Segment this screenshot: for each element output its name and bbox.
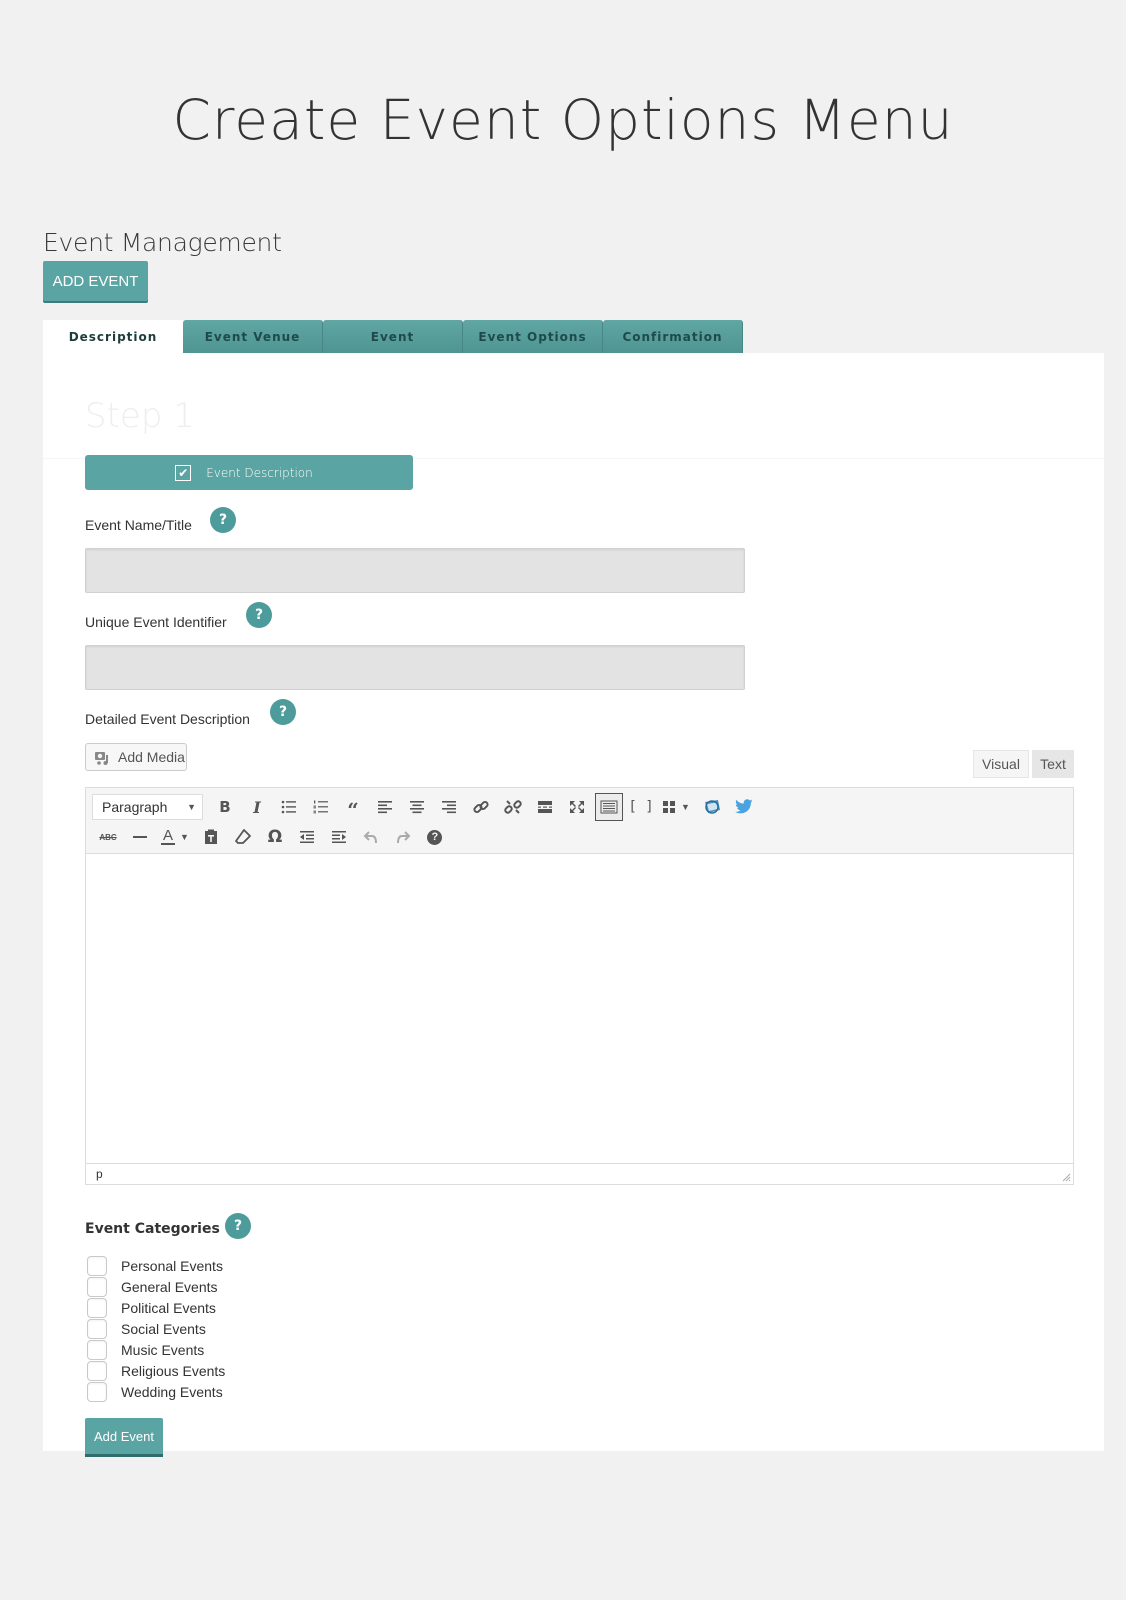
horizontal-line-icon[interactable]: [124, 823, 156, 851]
help-icon[interactable]: ?: [246, 602, 272, 628]
step-bar[interactable]: ✔ Event Description: [85, 455, 413, 490]
category-label: Political Events: [121, 1299, 216, 1316]
category-label: Personal Events: [121, 1257, 223, 1274]
category-label: General Events: [121, 1278, 218, 1295]
tab-event[interactable]: Event: [323, 320, 463, 354]
align-right-icon[interactable]: [433, 793, 465, 821]
special-character-icon[interactable]: Ω: [259, 823, 291, 851]
event-name-input[interactable]: [85, 548, 745, 593]
tab-event-venue[interactable]: Event Venue: [183, 320, 323, 354]
section-title: Event Management: [43, 228, 282, 257]
add-event-submit-button[interactable]: Add Event: [85, 1418, 163, 1454]
format-select-value: Paragraph: [102, 799, 168, 815]
plugin-icon[interactable]: [696, 793, 728, 821]
read-more-icon[interactable]: [529, 793, 561, 821]
category-checkbox[interactable]: [87, 1339, 107, 1360]
step-title: Step 1: [85, 396, 195, 436]
category-label: Religious Events: [121, 1362, 226, 1379]
bullet-list-icon[interactable]: [273, 793, 305, 821]
step-bar-label: Event Description: [206, 465, 313, 480]
category-checkbox[interactable]: [87, 1255, 107, 1276]
editor-statusbar: p: [86, 1163, 1073, 1184]
indent-icon[interactable]: [323, 823, 355, 851]
toolbar-toggle-icon[interactable]: [595, 793, 623, 821]
category-checkbox[interactable]: [87, 1360, 107, 1381]
category-item[interactable]: Music Events: [87, 1339, 225, 1360]
grid-icon[interactable]: [657, 793, 681, 821]
categories-list: Personal Events General Events Political…: [87, 1255, 225, 1402]
editor-toolbar: Paragraph ▼ B I “ [] ▼ ABC A ▼ Ω ?: [86, 788, 1073, 854]
blockquote-icon[interactable]: “: [337, 793, 369, 821]
twitter-icon[interactable]: [728, 793, 760, 821]
element-path[interactable]: p: [96, 1167, 103, 1181]
help-icon[interactable]: ?: [270, 699, 296, 725]
category-checkbox[interactable]: [87, 1318, 107, 1339]
description-label: Detailed Event Description: [85, 711, 250, 727]
editor-content[interactable]: [86, 854, 1073, 1164]
category-item[interactable]: Religious Events: [87, 1360, 225, 1381]
chevron-down-icon[interactable]: ▼: [180, 832, 189, 842]
unique-id-label: Unique Event Identifier: [85, 614, 227, 630]
category-checkbox[interactable]: [87, 1276, 107, 1297]
rich-text-editor: Paragraph ▼ B I “ [] ▼ ABC A ▼ Ω ? p: [85, 787, 1074, 1185]
italic-icon[interactable]: I: [241, 793, 273, 821]
chevron-down-icon[interactable]: ▼: [681, 802, 690, 812]
numbered-list-icon[interactable]: [305, 793, 337, 821]
visual-tab[interactable]: Visual: [973, 750, 1029, 778]
tab-event-options[interactable]: Event Options: [463, 320, 603, 354]
categories-heading: Event Categories: [85, 1221, 220, 1237]
bold-icon[interactable]: B: [209, 793, 241, 821]
category-checkbox[interactable]: [87, 1297, 107, 1318]
category-checkbox[interactable]: [87, 1381, 107, 1402]
category-item[interactable]: Personal Events: [87, 1255, 225, 1276]
add-media-label: Add Media: [118, 749, 185, 765]
category-label: Music Events: [121, 1341, 205, 1358]
add-media-button[interactable]: Add Media: [85, 743, 187, 771]
form-panel: Step 1 ✔ Event Description Event Name/Ti…: [43, 353, 1104, 1454]
undo-icon[interactable]: [355, 823, 387, 851]
align-left-icon[interactable]: [369, 793, 401, 821]
unique-id-input[interactable]: [85, 645, 745, 690]
clear-formatting-icon[interactable]: [227, 823, 259, 851]
category-item[interactable]: Wedding Events: [87, 1381, 225, 1402]
tab-confirmation[interactable]: Confirmation: [603, 320, 743, 354]
unlink-icon[interactable]: [497, 793, 529, 821]
category-label: Wedding Events: [121, 1383, 223, 1400]
media-icon: [95, 752, 108, 765]
checkbox-checked-icon: ✔: [175, 464, 192, 481]
tab-description[interactable]: Description: [43, 320, 183, 354]
text-tab[interactable]: Text: [1032, 750, 1074, 778]
event-name-label: Event Name/Title: [85, 517, 192, 533]
category-label: Social Events: [121, 1320, 206, 1337]
align-center-icon[interactable]: [401, 793, 433, 821]
page-heading: Create Event Options Menu: [172, 88, 954, 152]
shortcode-icon[interactable]: [ ]: [625, 793, 657, 821]
category-item[interactable]: Political Events: [87, 1297, 225, 1318]
add-event-top-button[interactable]: ADD EVENT: [43, 261, 148, 301]
text-color-icon[interactable]: A: [156, 823, 180, 851]
help-icon[interactable]: ?: [419, 823, 451, 851]
paste-text-icon[interactable]: [195, 823, 227, 851]
chevron-down-icon: ▼: [187, 802, 196, 812]
outdent-icon[interactable]: [291, 823, 323, 851]
help-icon[interactable]: ?: [210, 507, 236, 533]
link-icon[interactable]: [465, 793, 497, 821]
category-item[interactable]: Social Events: [87, 1318, 225, 1339]
help-icon[interactable]: ?: [225, 1213, 251, 1239]
category-item[interactable]: General Events: [87, 1276, 225, 1297]
strikethrough-icon[interactable]: ABC: [92, 823, 124, 851]
redo-icon[interactable]: [387, 823, 419, 851]
step-tabs: Description Event Venue Event Event Opti…: [43, 320, 743, 354]
fullscreen-icon[interactable]: [561, 793, 593, 821]
format-select[interactable]: Paragraph ▼: [92, 794, 203, 820]
resize-handle-icon[interactable]: [1061, 1172, 1071, 1182]
